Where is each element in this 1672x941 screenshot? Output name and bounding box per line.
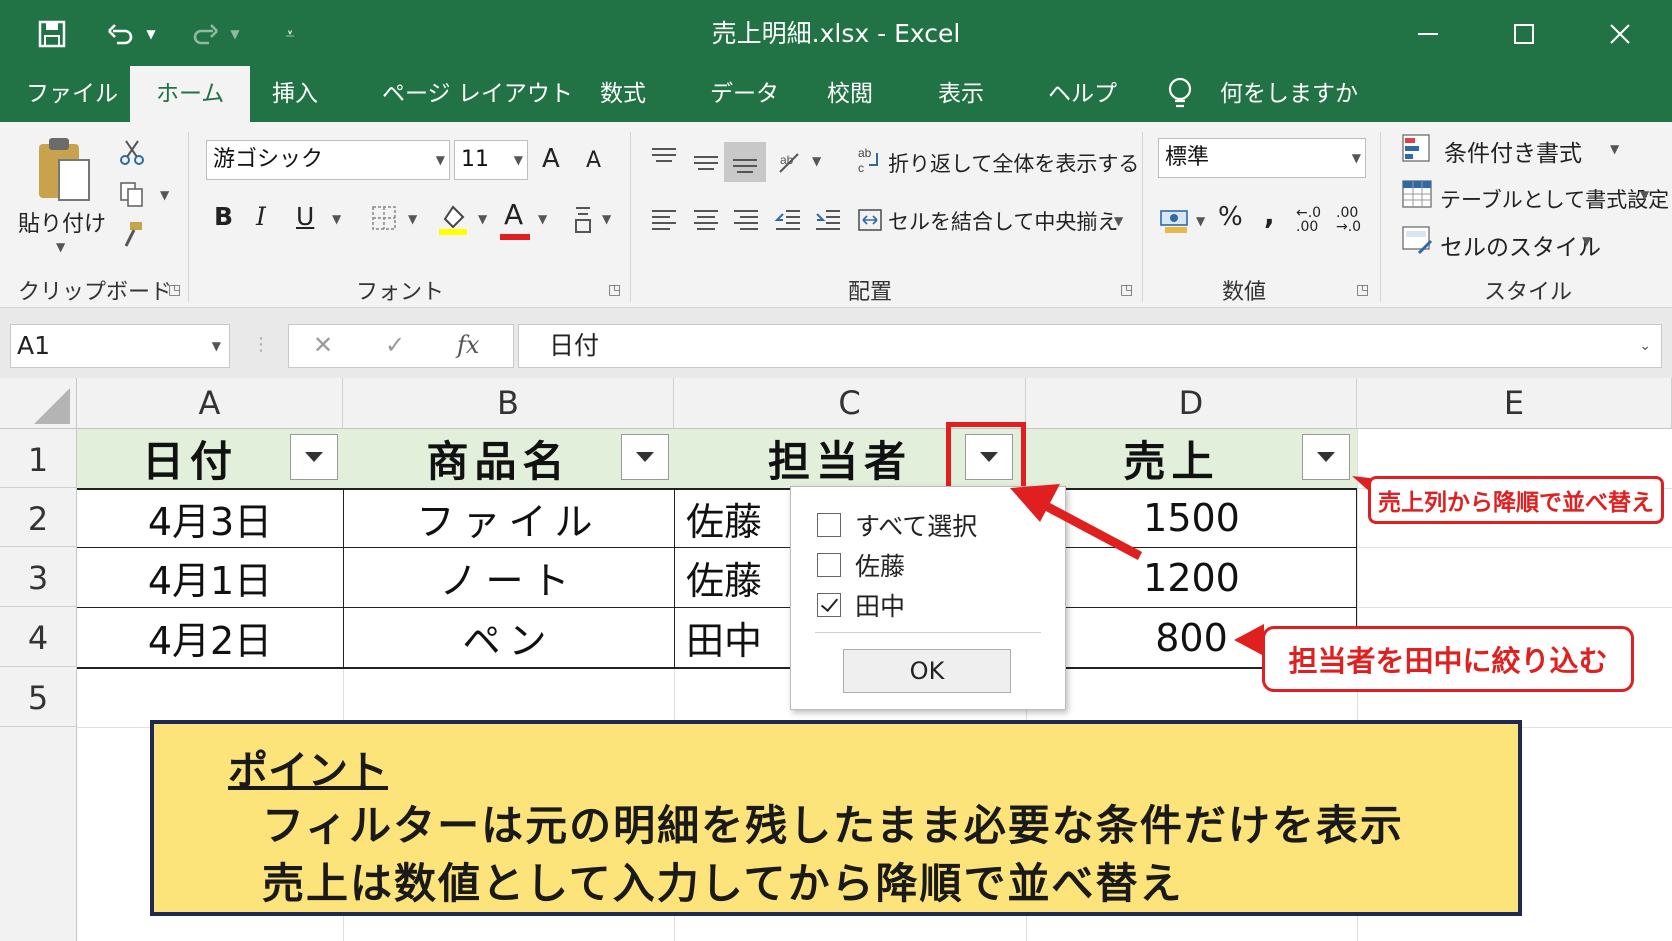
sort-callout: 売上列から降順で並べ替え [1368, 476, 1664, 524]
point-title: ポイント [228, 748, 388, 794]
filter-callout: 担当者を田中に絞り込む [1262, 626, 1634, 692]
point-line-1: フィルターは元の明細を残したまま必要な条件だけを表示 [262, 801, 1404, 850]
callout-tail [1234, 624, 1264, 656]
red-arrow [1043, 502, 1143, 560]
red-arrowhead [1010, 484, 1060, 522]
point-box: ポイント フィルターは元の明細を残したまま必要な条件だけを表示 売上は数値として… [150, 720, 1522, 916]
point-line-2: 売上は数値として入力してから降順で並べ替え [262, 859, 1184, 908]
